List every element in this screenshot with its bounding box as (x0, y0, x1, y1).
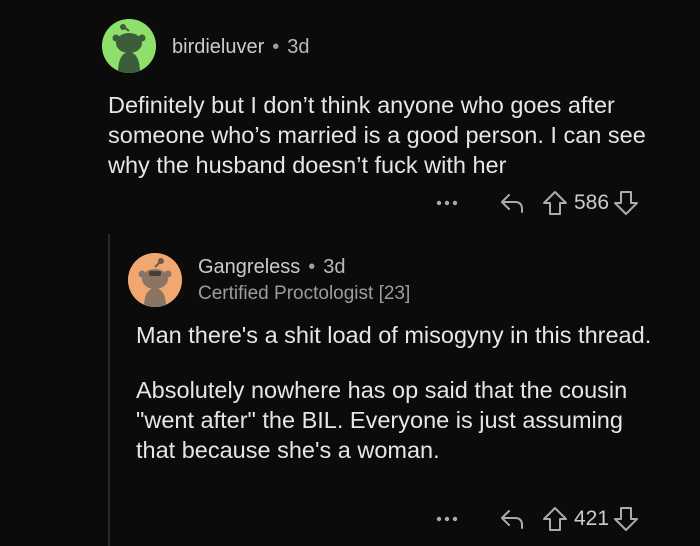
vote-score: 421 (574, 507, 610, 530)
downvote-arrow-icon (614, 507, 639, 531)
avatar[interactable] (128, 253, 182, 307)
reply-button[interactable] (482, 508, 542, 530)
more-button[interactable] (432, 516, 462, 522)
comment-paragraph: Man there's a shit load of misogyny in t… (136, 322, 652, 348)
upvote-button[interactable] (542, 190, 568, 216)
more-button[interactable] (432, 200, 462, 206)
downvote-button[interactable] (613, 190, 639, 216)
comment-body: Man there's a shit load of misogyny in t… (136, 320, 656, 465)
user-flair: Certified Proctologist [23] (198, 283, 411, 304)
more-dots-icon (436, 200, 458, 206)
snoo-avatar-icon (128, 253, 182, 307)
downvote-arrow-icon (614, 191, 639, 215)
upvote-arrow-icon (543, 507, 567, 531)
upvote-arrow-icon (543, 191, 567, 215)
reply-arrow-icon (501, 510, 523, 529)
thread-line[interactable] (108, 234, 110, 546)
comment-age: 3d (323, 256, 346, 278)
avatar[interactable] (102, 19, 156, 73)
reply-arrow-icon (501, 194, 523, 213)
username[interactable]: birdieluver (172, 36, 264, 58)
username[interactable]: Gangreless (198, 256, 300, 278)
comment-meta: Gangreless • 3d (198, 256, 346, 279)
comment-age: 3d (287, 36, 310, 58)
comment-actions: 421 (432, 504, 639, 534)
more-dots-icon (436, 516, 458, 522)
snoo-avatar-icon (102, 19, 156, 73)
reply-button[interactable] (482, 192, 542, 214)
comment-actions: 586 (432, 188, 639, 218)
comment-body: Definitely but I don’t think anyone who … (108, 90, 668, 180)
comment-paragraph: Definitely but I don’t think anyone who … (108, 92, 646, 178)
comment-meta: birdieluver • 3d (172, 36, 310, 59)
upvote-button[interactable] (542, 506, 568, 532)
separator-dot: • (308, 256, 316, 278)
separator-dot: • (272, 36, 280, 58)
vote-score: 586 (574, 191, 610, 214)
downvote-button[interactable] (613, 506, 639, 532)
comment-paragraph: Absolutely nowhere has op said that the … (136, 377, 628, 463)
